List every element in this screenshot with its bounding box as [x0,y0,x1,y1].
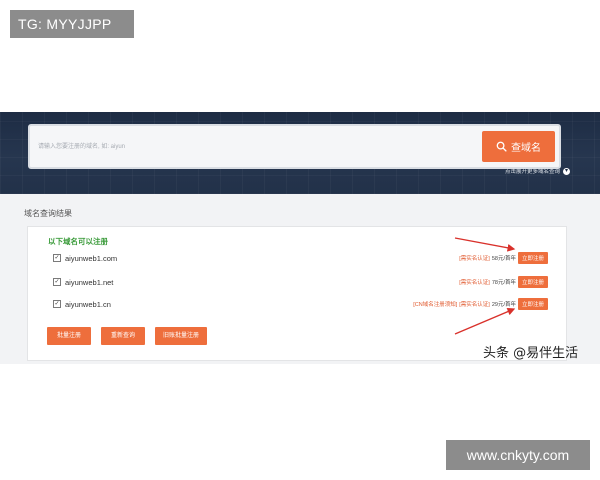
row-checkbox[interactable]: ✓ [53,254,61,262]
batch-register-button[interactable]: 批量注册 [47,327,91,345]
available-heading: 以下域名可以注册 [48,237,108,246]
price-label: 58元/首年 [491,256,516,262]
expand-more-label: 点击展开更多域名查询 [504,169,560,175]
source-watermark: 头条 @易伴生活 [483,346,579,361]
result-row: ✓ aiyunweb1.net [需实名认证] 78元/首年 立即注册 [53,275,548,289]
domain-search-box: 查域名 [28,124,561,169]
expand-more-link[interactable]: 点击展开更多域名查询 ▾ [505,167,570,175]
domain-name: aiyunweb1.cn [65,299,111,309]
search-icon [496,141,507,152]
chevron-down-icon: ▾ [563,167,570,175]
price-label: 29元/首年 [491,302,516,308]
search-hero-banner: 查域名 点击展开更多域名查询 ▾ [0,112,600,194]
domain-name: aiyunweb1.net [65,277,114,287]
row-actions: [CN域名注册须知] [需实名认证] 29元/首年 立即注册 [413,297,548,311]
register-now-button[interactable]: 立即注册 [517,276,548,288]
cn-notice-link[interactable]: [CN域名注册须知] [413,300,457,308]
results-card: 以下域名可以注册 ✓ aiyunweb1.com [需实名认证] 58元/首年 … [27,226,567,361]
tg-watermark-badge: TG: MYYJJPP [10,10,134,38]
search-domain-button[interactable]: 查域名 [482,131,555,162]
verify-tag: [需实名认证] [459,256,490,262]
register-now-button[interactable]: 立即注册 [517,298,548,310]
row-actions: [需实名认证] 58元/首年 立即注册 [459,251,548,265]
site-watermark-badge: www.cnkyty.com [446,440,590,470]
requery-button[interactable]: 重新查询 [101,327,145,345]
row-checkbox[interactable]: ✓ [53,278,61,286]
batch-register-all-button[interactable]: 旧账批量注册 [155,327,208,345]
row-checkbox[interactable]: ✓ [53,300,61,308]
result-row: ✓ aiyunweb1.cn [CN域名注册须知] [需实名认证] 29元/首年… [53,297,548,311]
row-actions: [需实名认证] 78元/首年 立即注册 [459,275,548,289]
search-button-label: 查域名 [511,143,541,154]
domain-name: aiyunweb1.com [65,253,118,263]
results-title: 域名查询结果 [24,209,72,218]
verify-tag: [需实名认证] [459,280,490,286]
results-section: 域名查询结果 以下域名可以注册 ✓ aiyunweb1.com [需实名认证] … [0,194,600,364]
price-label: 78元/首年 [491,280,516,286]
result-row: ✓ aiyunweb1.com [需实名认证] 58元/首年 立即注册 [53,251,548,265]
verify-tag: [需实名认证] [459,302,490,308]
register-now-button[interactable]: 立即注册 [517,252,548,264]
bulk-action-bar: 批量注册 重新查询 旧账批量注册 [47,327,208,345]
domain-search-input[interactable] [36,134,480,160]
